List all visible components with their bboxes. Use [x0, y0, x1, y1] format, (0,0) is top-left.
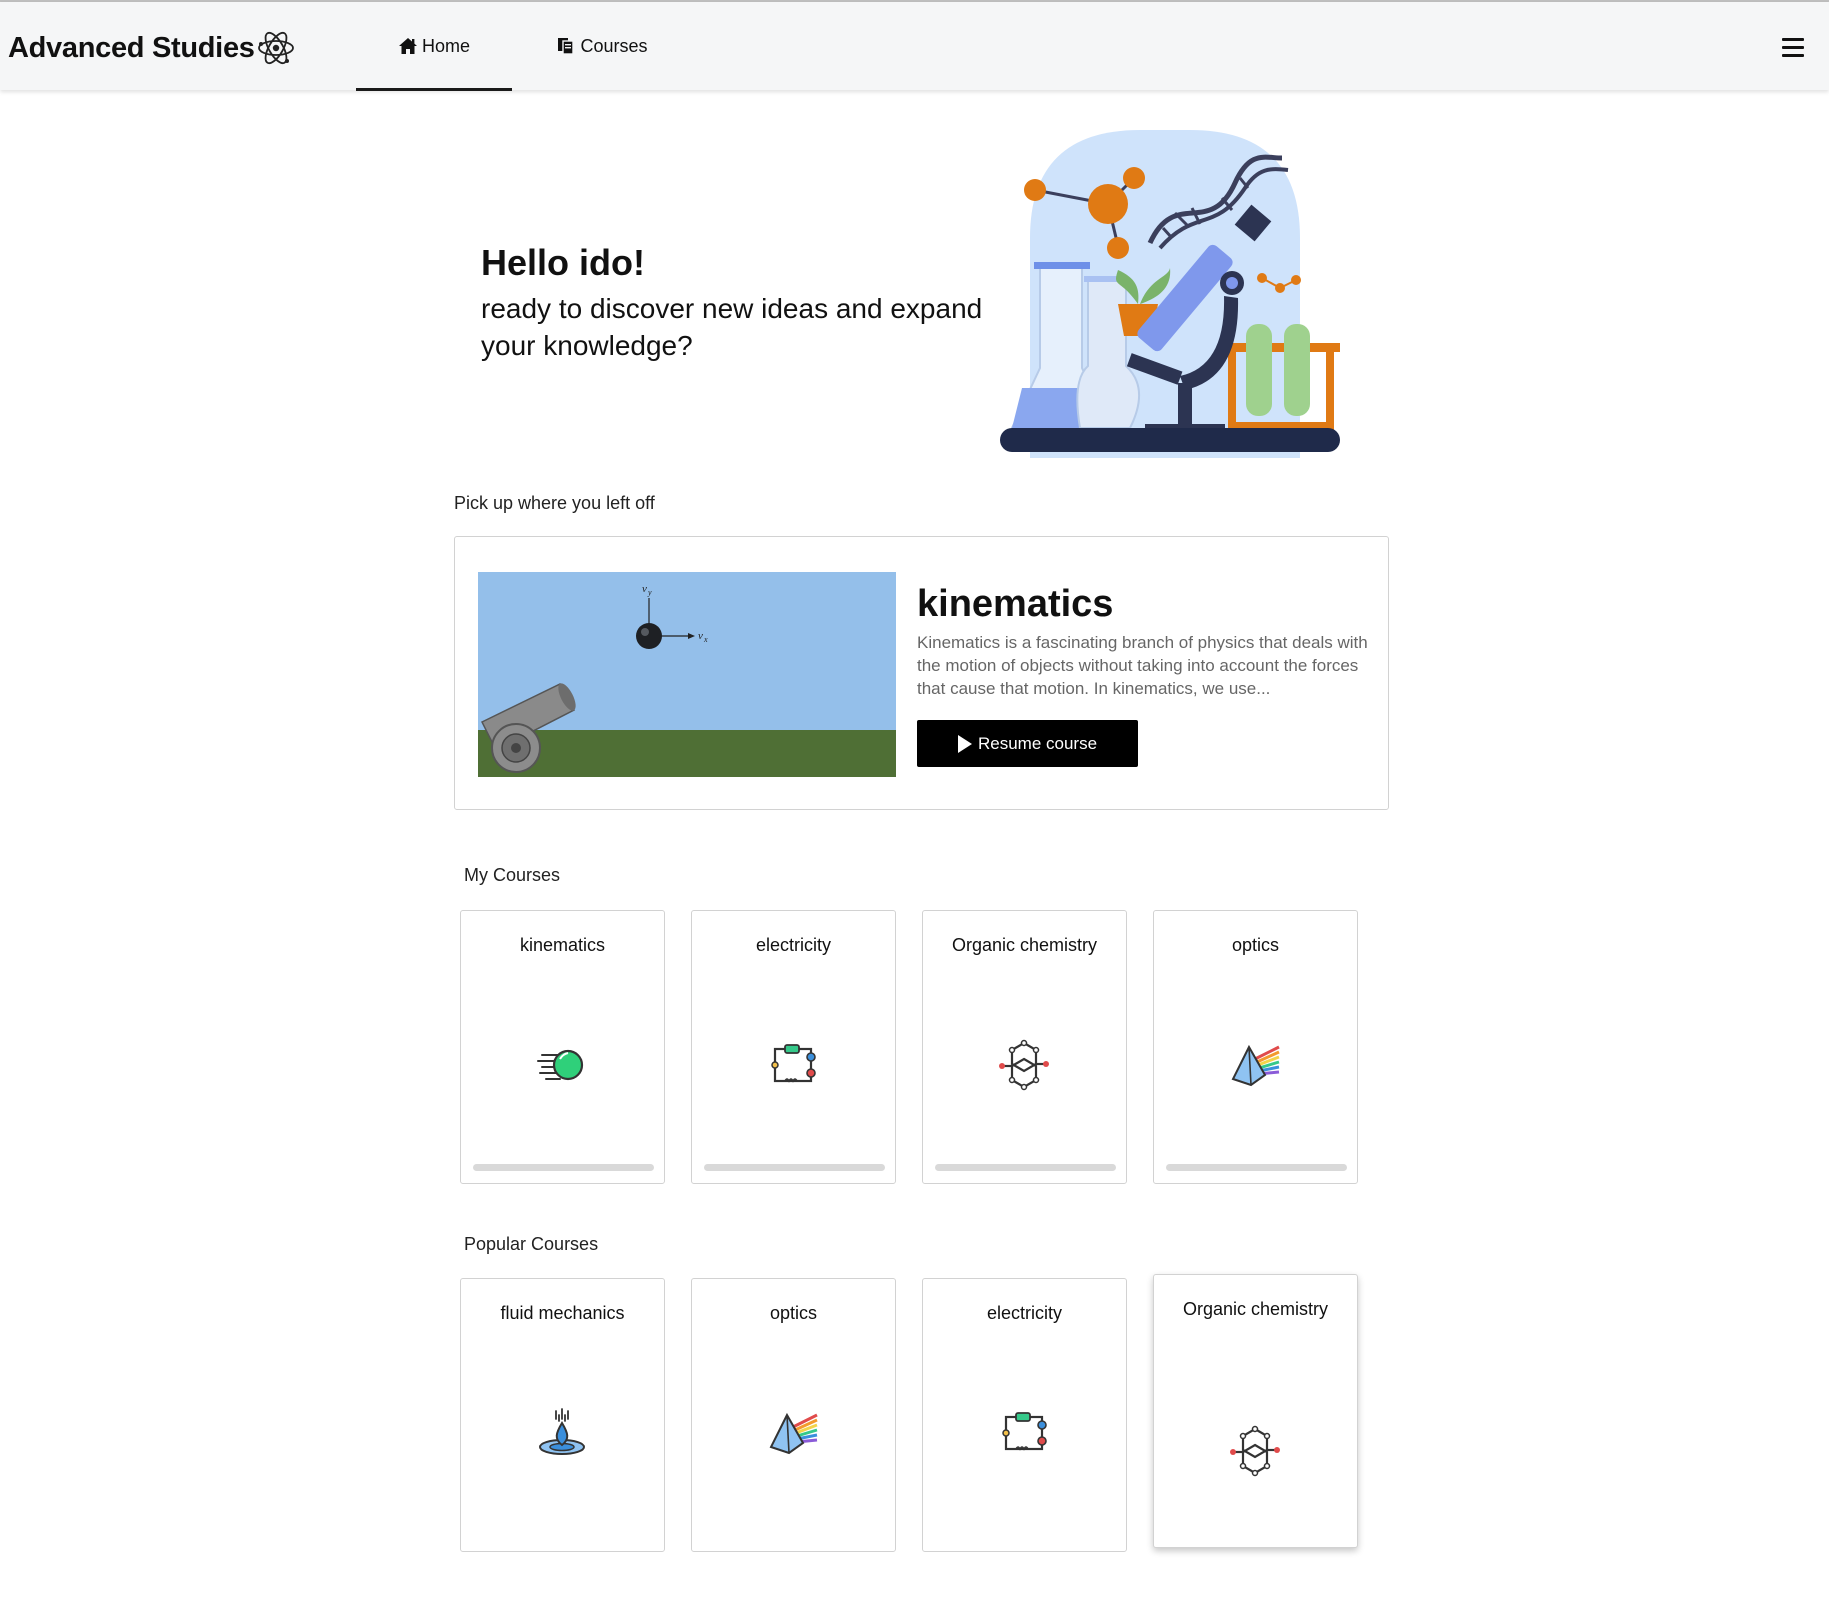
course-card-title: electricity	[986, 1303, 1062, 1323]
nav-tab-home-label: Home	[421, 35, 470, 56]
course-card-title: fluid mechanics	[500, 1303, 625, 1323]
molecule-rings-icon	[1230, 1425, 1280, 1477]
hero-greeting: Hello ido!	[481, 242, 645, 283]
resume-course-button-label: Resume course	[977, 733, 1098, 753]
atom-icon	[257, 31, 294, 65]
my-course-card-optics[interactable]: optics	[1153, 910, 1358, 1184]
resume-course-description: Kinematics is a fascinating branch of ph…	[917, 633, 1368, 698]
prism-icon	[1231, 1044, 1280, 1087]
resume-section-label: Pick up where you left off	[454, 493, 655, 513]
course-card-title: optics	[769, 1303, 818, 1323]
popular-courses-section-label: Popular Courses	[464, 1234, 599, 1254]
popular-course-card-fluid-mechanics[interactable]: fluid mechanics	[460, 1278, 665, 1552]
course-card-title: Organic chemistry	[951, 935, 1098, 955]
my-course-card-organic-chemistry[interactable]: Organic chemistry	[922, 910, 1127, 1184]
popular-course-card-electricity[interactable]: electricity	[922, 1278, 1127, 1552]
top-navbar: Advanced Studies Home Courses	[0, 2, 1829, 91]
hero-subtitle: ready to discover new ideas and expand y…	[481, 293, 983, 361]
course-progress-bar	[935, 1164, 1116, 1171]
course-progress-bar	[704, 1164, 885, 1171]
circuit-icon	[771, 1044, 816, 1083]
svg-text:v: v	[642, 583, 647, 595]
nav-tab-courses[interactable]: Courses	[550, 2, 654, 90]
nav-tab-home[interactable]: Home	[356, 2, 512, 91]
molecule-rings-icon	[999, 1039, 1049, 1091]
home-icon	[398, 38, 417, 54]
nav-tab-courses-label: Courses	[580, 35, 648, 56]
svg-text:v: v	[698, 630, 703, 642]
my-courses-section-label: My Courses	[464, 865, 561, 885]
brand-logo[interactable]: Advanced Studies	[8, 26, 296, 70]
resume-course-title[interactable]: kinematics	[917, 583, 1113, 626]
documents-icon	[558, 38, 575, 55]
resume-course-card: v y v x kinematics Kinematics is a fasci…	[454, 536, 1389, 810]
water-drop-icon	[539, 1408, 585, 1455]
motion-ball-icon	[537, 1049, 584, 1081]
my-course-card-kinematics[interactable]: kinematics	[460, 910, 665, 1184]
science-lab-illustration	[1000, 130, 1340, 458]
popular-course-card-organic-chemistry[interactable]: Organic chemistry	[1153, 1274, 1358, 1548]
course-progress-bar	[1166, 1164, 1347, 1171]
course-card-title: optics	[1231, 935, 1280, 955]
popular-course-card-optics[interactable]: optics	[691, 1278, 896, 1552]
circuit-icon	[1002, 1412, 1047, 1451]
my-course-card-electricity[interactable]: electricity	[691, 910, 896, 1184]
course-card-title: electricity	[755, 935, 831, 955]
svg-text:y: y	[647, 588, 652, 597]
course-progress-bar	[473, 1164, 654, 1171]
course-card-title: Organic chemistry	[1182, 1299, 1329, 1319]
resume-course-button[interactable]: Resume course	[917, 720, 1138, 767]
cannon-projectile-illustration: v y v x	[478, 572, 896, 777]
brand-name: Advanced Studies	[8, 31, 255, 64]
prism-icon	[769, 1412, 818, 1455]
hamburger-menu-icon[interactable]	[1782, 38, 1804, 58]
svg-text:x: x	[703, 635, 708, 644]
course-card-title: kinematics	[519, 935, 606, 955]
play-icon	[957, 734, 972, 753]
